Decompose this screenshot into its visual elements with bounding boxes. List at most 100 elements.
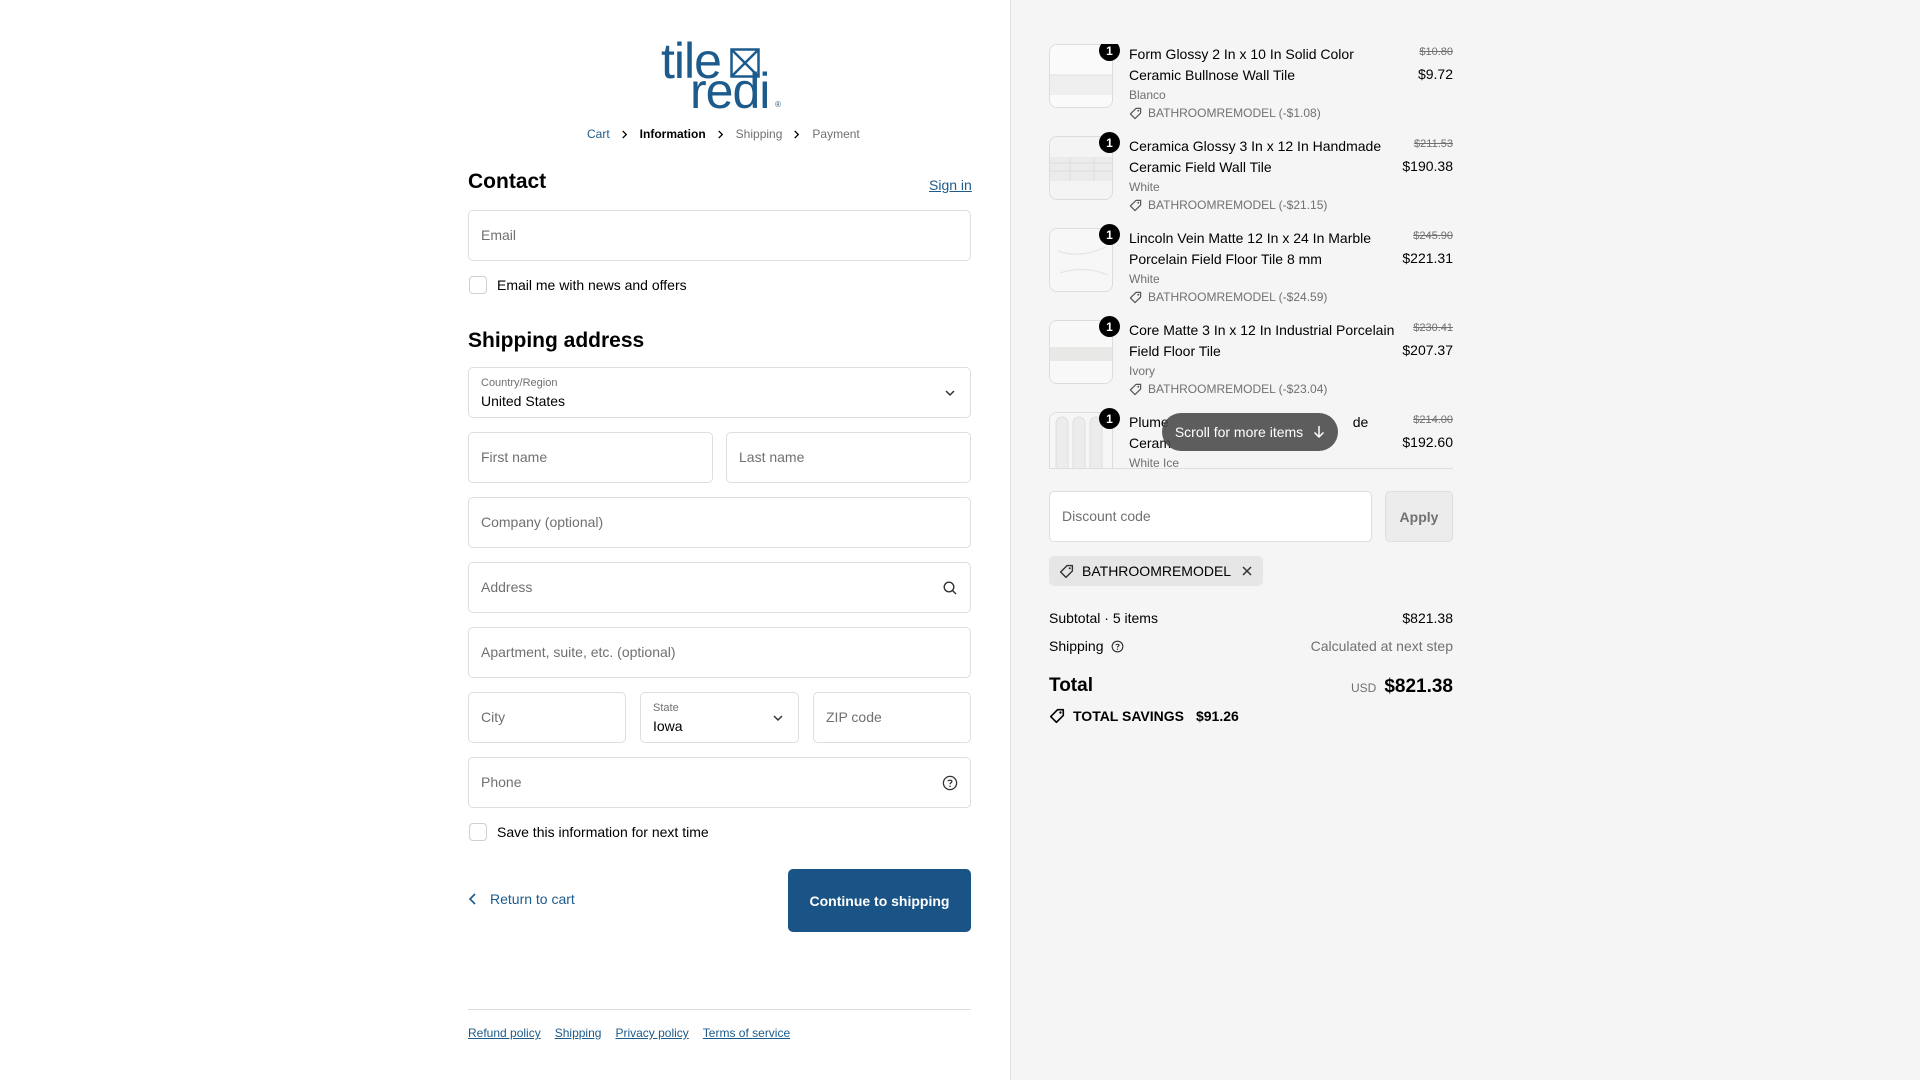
tag-icon (1059, 564, 1074, 578)
sale-price: $192.60 (1402, 434, 1453, 450)
sale-price: $221.31 (1402, 250, 1453, 266)
product-discount-text: BATHROOMREMODEL (-$21.15) (1148, 198, 1328, 212)
discount-code-input[interactable]: Discount code (1049, 491, 1372, 542)
subtotal-value: $821.38 (1402, 610, 1453, 626)
total-savings: TOTAL SAVINGS $91.26 (1049, 708, 1239, 724)
last-name-field[interactable]: Last name (726, 432, 971, 483)
store-logo[interactable]: tile redi ® (657, 36, 787, 116)
product-name: Ceramica Glossy 3 In x 12 In Handmade Ce… (1129, 138, 1382, 175)
total-value: $821.38 (1384, 676, 1453, 697)
product-variant: White (1129, 272, 1160, 286)
footer-divider (468, 1009, 971, 1010)
line-item: 1 Form Glossy 2 In x 10 In Solid Color C… (1049, 44, 1453, 136)
city-field[interactable]: City (468, 692, 626, 743)
product-discount: BATHROOMREMODEL (-$24.59) (1129, 290, 1327, 304)
zip-placeholder: ZIP code (826, 709, 882, 725)
tag-icon (1129, 107, 1142, 119)
help-circle-icon[interactable] (942, 775, 958, 791)
state-select[interactable]: State Iowa (640, 692, 799, 743)
original-price: $214.00 (1413, 414, 1453, 426)
help-circle-icon[interactable] (1111, 640, 1124, 653)
first-name-field[interactable]: First name (468, 432, 713, 483)
product-name-end: de (1352, 414, 1369, 430)
checkout-main: tile redi ® Cart Information Shipping Pa… (0, 0, 1010, 1080)
product-discount: BATHROOMREMODEL (-$23.04) (1129, 382, 1327, 396)
applied-discount-tag: BATHROOMREMODEL (1049, 556, 1264, 586)
product-discount-text: BATHROOMREMODEL (-$23.04) (1148, 382, 1328, 396)
product-discount: BATHROOMREMODEL (-$1.08) (1129, 106, 1321, 120)
product-variant: White (1129, 180, 1160, 194)
company-field[interactable]: Company (optional) (468, 497, 971, 548)
original-price: $245.90 (1413, 230, 1453, 242)
original-price: $10.80 (1419, 46, 1453, 58)
line-item: 1 Ceramica Glossy 3 In x 12 In Handmade … (1049, 132, 1453, 228)
tag-icon (1049, 708, 1065, 724)
breadcrumb-cart[interactable]: Cart (587, 127, 610, 141)
news-checkbox[interactable] (469, 276, 487, 294)
quantity-badge: 1 (1099, 316, 1120, 337)
breadcrumb-shipping: Shipping (735, 127, 783, 141)
line-item: 1 Lincoln Vein Matte 12 In x 24 In Marbl… (1049, 224, 1453, 320)
privacy-policy-link[interactable]: Privacy policy (615, 1026, 688, 1040)
phone-placeholder: Phone (481, 774, 522, 790)
state-label: State (653, 702, 679, 714)
chevron-left-icon (468, 893, 476, 905)
continue-to-shipping-button[interactable]: Continue to shipping (788, 869, 971, 932)
country-select[interactable]: Country/Region United States (468, 367, 971, 418)
product-discount-text: BATHROOMREMODEL (-$1.08) (1148, 106, 1321, 120)
contact-heading: Contact (468, 170, 547, 193)
email-placeholder: Email (481, 227, 517, 243)
shipping-value: Calculated at next step (1310, 638, 1453, 654)
original-price: $211.53 (1414, 138, 1453, 150)
subtotal-label: Subtotal · 5 items (1049, 610, 1158, 626)
return-to-cart-link[interactable]: Return to cart (468, 891, 575, 907)
save-info-checkbox[interactable] (469, 823, 487, 841)
product-name: Core Matte 3 In x 12 In Industrial Porce… (1129, 322, 1395, 359)
shipping-policy-link[interactable]: Shipping (555, 1026, 602, 1040)
apply-discount-button[interactable]: Apply (1385, 491, 1453, 542)
product-discount-text: BATHROOMREMODEL (-$24.59) (1148, 290, 1328, 304)
total-savings-label: TOTAL SAVINGS (1073, 708, 1184, 724)
quantity-badge: 1 (1099, 224, 1120, 245)
total-amount: USD $821.38 (1049, 676, 1453, 698)
subtotal-row: Subtotal · 5 items $821.38 (1049, 610, 1453, 626)
logo-registered: ® (775, 100, 781, 109)
sale-price: $207.37 (1402, 342, 1453, 358)
email-field[interactable]: Email (468, 210, 971, 261)
terms-of-service-link[interactable]: Terms of service (703, 1026, 790, 1040)
chevron-right-icon (794, 129, 800, 139)
total-currency: USD (1350, 681, 1377, 695)
shipping-address-heading: Shipping address (468, 329, 645, 352)
apartment-placeholder: Apartment, suite, etc. (optional) (481, 644, 676, 660)
chevron-down-icon (945, 390, 955, 397)
close-icon[interactable] (1241, 565, 1253, 577)
return-to-cart-label: Return to cart (490, 891, 575, 907)
quantity-badge: 1 (1099, 44, 1120, 61)
total-savings-value: $91.26 (1195, 708, 1239, 724)
tag-icon (1129, 291, 1142, 303)
product-name: Form Glossy 2 In x 10 In Solid Color Cer… (1129, 46, 1354, 83)
breadcrumb-payment: Payment (812, 127, 860, 141)
quantity-badge: 1 (1099, 132, 1120, 153)
country-label: Country/Region (481, 377, 558, 389)
product-variant: White Ice (1129, 456, 1180, 468)
discount-code-placeholder: Discount code (1062, 508, 1151, 524)
zip-field[interactable]: ZIP code (813, 692, 971, 743)
tag-icon (1129, 383, 1142, 395)
chevron-down-icon (773, 715, 783, 722)
applied-discount-code: BATHROOMREMODEL (1082, 563, 1232, 579)
line-item: 1 Core Matte 3 In x 12 In Industrial Por… (1049, 316, 1453, 412)
apartment-field[interactable]: Apartment, suite, etc. (optional) (468, 627, 971, 678)
breadcrumb-information: Information (639, 127, 706, 141)
scroll-hint-label: Scroll for more items (1174, 424, 1304, 440)
line-items-divider (1049, 468, 1453, 469)
scroll-for-more-button[interactable]: Scroll for more items (1162, 413, 1338, 451)
address-field[interactable]: Address (468, 562, 971, 613)
phone-field[interactable]: Phone (468, 757, 971, 808)
company-placeholder: Company (optional) (481, 514, 604, 530)
order-line-items[interactable]: 1 Form Glossy 2 In x 10 In Solid Color C… (1049, 44, 1453, 468)
refund-policy-link[interactable]: Refund policy (468, 1026, 541, 1040)
city-placeholder: City (481, 709, 506, 725)
sign-in-link[interactable]: Sign in (929, 177, 972, 193)
sale-price: $9.72 (1417, 66, 1453, 82)
